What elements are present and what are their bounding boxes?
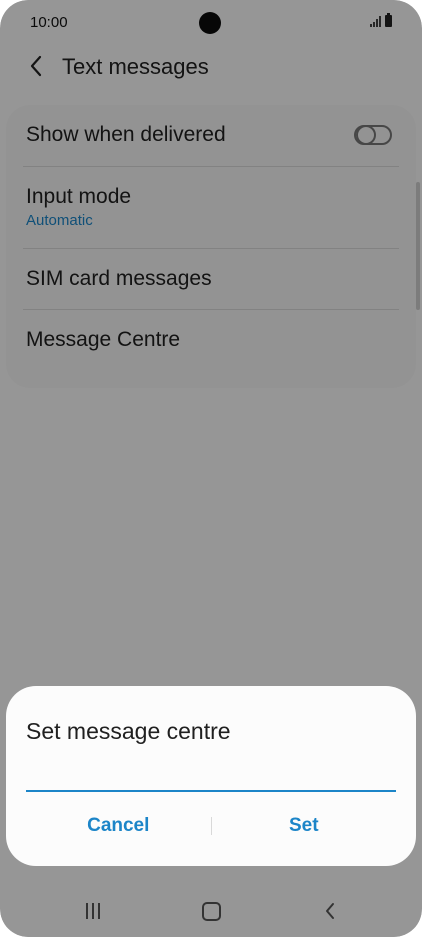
set-message-centre-dialog: Set message centre Cancel Set [6,686,416,866]
set-button[interactable]: Set [212,809,397,843]
phone-screen: 10:00 Text messages Show when delivered … [0,0,422,937]
dialog-actions: Cancel Set [26,808,396,844]
dialog-title: Set message centre [26,718,231,744]
message-centre-input[interactable] [26,756,396,792]
cancel-button[interactable]: Cancel [26,809,211,843]
